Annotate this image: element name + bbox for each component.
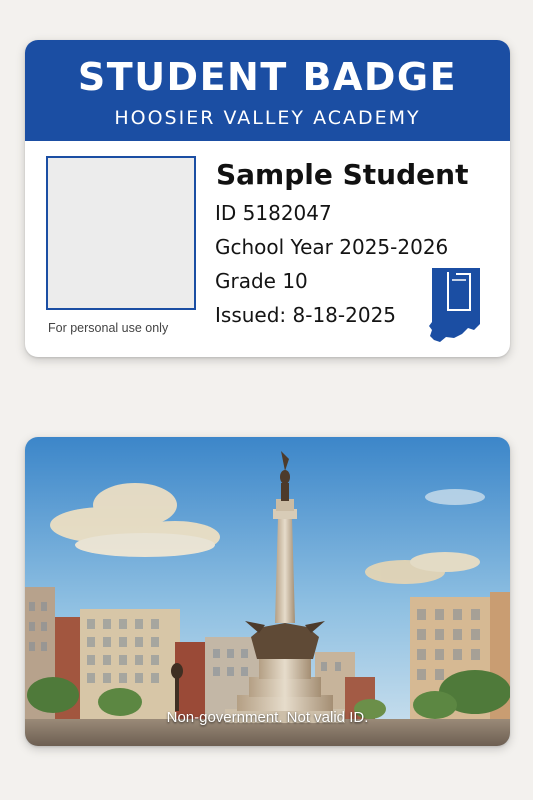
monument-painting [25, 437, 510, 746]
student-name: Sample Student [216, 158, 469, 191]
indiana-state-icon [429, 268, 480, 342]
badge-back-card: Non-government. Not valid ID. [25, 437, 510, 746]
school-name: HOOSIER VALLEY ACADEMY [114, 107, 421, 129]
badge-title: STUDENT BADGE [77, 55, 458, 99]
disclaimer-text: Non-government. Not valid ID. [166, 709, 369, 726]
student-id: ID 5182047 [215, 201, 332, 225]
badge-front-card: STUDENT BADGE HOOSIER VALLEY ACADEMY For… [25, 40, 510, 357]
badge-header: STUDENT BADGE HOOSIER VALLEY ACADEMY [25, 40, 510, 141]
school-year: Gchool Year 2025-2026 [215, 235, 449, 259]
grade-level: Grade 10 [215, 269, 308, 293]
issued-date: Issued: 8-18-2025 [215, 303, 397, 327]
photo-placeholder [46, 156, 196, 310]
photo-note: For personal use only [48, 321, 169, 335]
